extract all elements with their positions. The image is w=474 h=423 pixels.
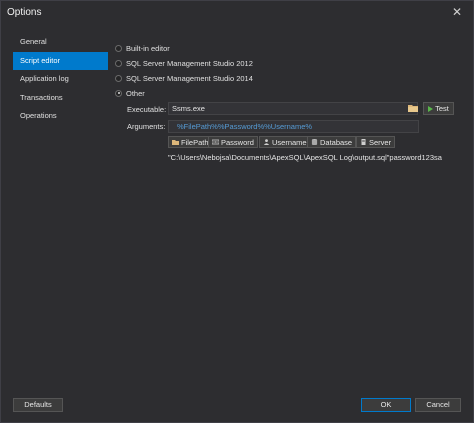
insert-filepath-button[interactable]: FilePath [168,136,213,148]
insert-username-button[interactable]: Username [259,136,311,148]
executable-field[interactable]: Ssms.exe [168,102,418,115]
test-button-label: Test [435,104,449,113]
options-dialog: Options ✕ General Script editor Applicat… [0,0,474,423]
arguments-label: Arguments: [127,122,166,131]
chip-label: FilePath [181,137,209,147]
arguments-field[interactable]: %FilePath%%Password%%Username% [168,120,419,133]
radio-label: SQL Server Management Studio 2014 [126,73,253,83]
password-icon [212,139,219,145]
browse-folder-icon[interactable] [407,102,419,114]
radio-button-checked[interactable] [115,89,122,97]
radio-button[interactable] [115,44,122,52]
radio-button[interactable] [115,74,122,82]
radio-built-in-editor[interactable]: Built-in editor [115,42,170,54]
dialog-title: Options [7,7,42,18]
insert-password-button[interactable]: Password [208,136,258,148]
radio-ssms-2012[interactable]: SQL Server Management Studio 2012 [115,57,253,69]
title-bar: Options ✕ [1,1,473,23]
sidebar-item-operations[interactable]: Operations [13,107,108,125]
options-sidebar: General Script editor Application log Tr… [13,33,108,126]
sidebar-item-transactions[interactable]: Transactions [13,89,108,107]
test-button[interactable]: Test [423,102,454,115]
chip-label: Username [272,137,307,147]
executable-label: Executable: [127,105,167,114]
radio-label: Other [126,88,145,98]
folder-icon [172,140,179,145]
chip-label: Server [369,137,392,147]
radio-other[interactable]: Other [115,87,145,99]
radio-ssms-2014[interactable]: SQL Server Management Studio 2014 [115,72,253,84]
radio-button[interactable] [115,59,122,67]
radio-label: SQL Server Management Studio 2012 [126,58,253,68]
sidebar-item-general[interactable]: General [13,33,108,51]
insert-database-button[interactable]: Database [307,136,357,148]
radio-label: Built-in editor [126,43,170,53]
chip-label: Database [320,137,353,147]
cancel-button[interactable]: Cancel [415,398,461,412]
defaults-button[interactable]: Defaults [13,398,63,412]
ok-button[interactable]: OK [361,398,411,412]
play-icon [428,105,434,112]
command-preview: "C:\Users\Nebojsa\Documents\ApexSQL\Apex… [168,153,442,162]
sidebar-item-script-editor[interactable]: Script editor [13,51,108,70]
chip-label: Password [221,137,254,147]
server-icon [361,139,366,145]
close-icon[interactable]: ✕ [449,4,465,20]
sidebar-item-application-log[interactable]: Application log [13,70,108,88]
user-icon [263,139,270,145]
database-icon [311,139,318,145]
insert-server-button[interactable]: Server [356,136,396,148]
